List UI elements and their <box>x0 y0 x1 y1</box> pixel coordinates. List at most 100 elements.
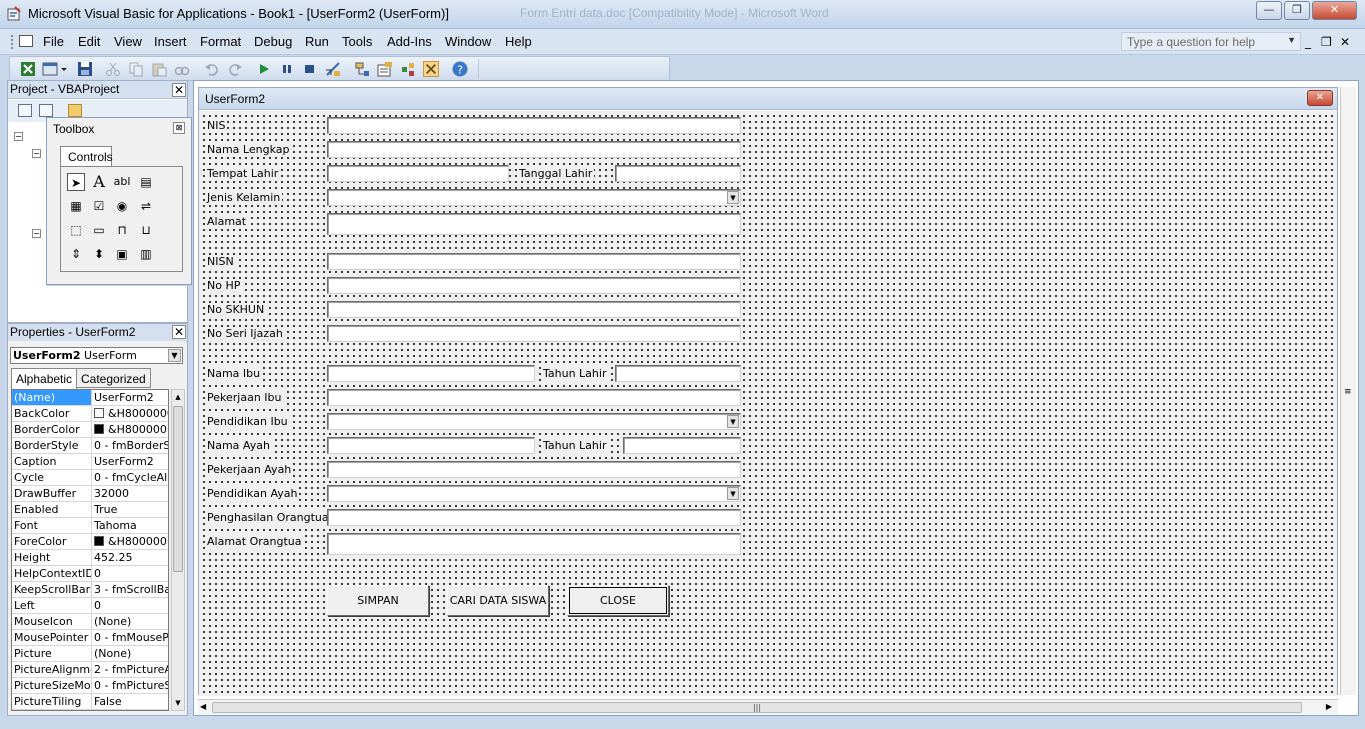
scrollbar-tool-icon[interactable]: ⇕ <box>67 245 85 263</box>
menu-debug[interactable]: Debug <box>254 34 292 49</box>
property-row[interactable]: MousePointer 0 - fmMousePo <box>12 630 168 646</box>
property-value[interactable]: &H800000: <box>94 535 168 548</box>
property-name[interactable]: MouseIcon <box>14 615 92 628</box>
label-nis[interactable]: NIS <box>205 119 228 133</box>
vscroll-grip-icon[interactable]: ≡ <box>1344 387 1352 397</box>
label-nama-ayah[interactable]: Nama Ayah <box>205 439 272 453</box>
toggle-folders-icon[interactable] <box>68 104 82 117</box>
menubar-grip[interactable] <box>11 35 14 49</box>
property-name[interactable]: BorderColor <box>14 423 92 436</box>
break-icon[interactable] <box>279 61 295 77</box>
property-row[interactable]: Font Tahoma <box>12 518 168 534</box>
tree-expander-root[interactable]: − <box>14 132 23 141</box>
redo-icon[interactable] <box>227 61 243 77</box>
hscroll-thumb[interactable]: ||| <box>212 702 1302 713</box>
refedit-tool-icon[interactable]: ▥ <box>137 245 155 263</box>
textbox-nisn[interactable] <box>327 253 741 270</box>
property-row[interactable]: Left 0 <box>12 598 168 614</box>
textbox-tahun-lahir-ayah[interactable] <box>623 437 741 454</box>
property-name[interactable]: (Name) <box>12 390 91 405</box>
textbox-alamat[interactable] <box>327 213 741 235</box>
property-row[interactable]: (Name) UserForm2 <box>12 390 168 406</box>
property-name[interactable]: PictureTiling <box>14 695 92 708</box>
property-value[interactable]: 2 - fmPictureAl <box>94 663 168 676</box>
textbox-nama-lengkap[interactable] <box>327 141 741 158</box>
menu-file[interactable]: File <box>43 34 64 49</box>
property-row[interactable]: Height 452.25 <box>12 550 168 566</box>
textbox-no-seri-ijazah[interactable] <box>327 325 741 342</box>
combobox-pendidikan-ayah[interactable]: ▼ <box>327 485 741 502</box>
tabstrip-tool-icon[interactable]: ⊓ <box>113 221 131 239</box>
chevron-down-icon[interactable]: ▼ <box>727 487 739 500</box>
menu-tools[interactable]: Tools <box>342 34 372 49</box>
save-icon[interactable] <box>77 61 93 77</box>
menu-view[interactable]: View <box>114 34 142 49</box>
property-value[interactable]: 32000 <box>94 487 168 500</box>
property-row[interactable]: BorderColor &H800000: <box>12 422 168 438</box>
close-button[interactable]: CLOSE <box>567 585 669 616</box>
frame-tool-icon[interactable]: ⬚ <box>67 221 85 239</box>
property-value[interactable]: 0 - fmBorderSt <box>94 439 168 452</box>
property-row[interactable]: DrawBuffer 32000 <box>12 486 168 502</box>
label-nisn[interactable]: NISN <box>205 255 236 269</box>
spinbutton-tool-icon[interactable]: ⬍ <box>90 245 108 263</box>
form-menu-icon[interactable] <box>19 35 33 47</box>
label-tanggal-lahir[interactable]: Tanggal Lahir <box>517 167 595 181</box>
scroll-thumb[interactable] <box>173 406 183 572</box>
help-icon[interactable]: ? <box>452 61 468 77</box>
property-name[interactable]: Height <box>14 551 92 564</box>
property-value[interactable]: Tahoma <box>94 519 168 532</box>
object-selector-dropdown-icon[interactable]: ▼ <box>168 349 181 362</box>
property-name[interactable]: PictureSizeMode <box>14 679 92 692</box>
find-icon[interactable] <box>174 61 190 77</box>
property-value[interactable]: (None) <box>94 615 168 628</box>
property-row[interactable]: Cycle 0 - fmCycleAllF <box>12 470 168 486</box>
listbox-tool-icon[interactable]: ▦ <box>67 197 85 215</box>
property-value[interactable]: &H8000000 <box>94 407 168 420</box>
cari-data-siswa-button[interactable]: CARI DATA SISWA <box>447 585 549 616</box>
textbox-nama-ibu[interactable] <box>327 365 535 382</box>
textbox-tempat-lahir[interactable] <box>327 165 509 182</box>
hscroll-left-arrow[interactable]: ◀ <box>200 702 206 711</box>
toolbar-overflow[interactable] <box>478 59 666 78</box>
combobox-pendidikan-ibu[interactable]: ▼ <box>327 413 741 430</box>
property-name[interactable]: PictureAlignmen <box>14 663 92 676</box>
textbox-no-hp[interactable] <box>327 277 741 294</box>
excel-view-icon[interactable] <box>20 61 36 77</box>
tab-categorized[interactable]: Categorized <box>76 368 151 388</box>
project-explorer-icon[interactable] <box>354 61 370 77</box>
scroll-up-arrow[interactable]: ▲ <box>172 390 184 404</box>
property-value[interactable]: 452.25 <box>94 551 168 564</box>
textbox-alamat-orangtua[interactable] <box>327 533 741 555</box>
label-penghasilan-orangtua[interactable]: Penghasilan Orangtua <box>205 511 331 525</box>
textbox-no-skhun[interactable] <box>327 301 741 318</box>
property-row[interactable]: HelpContextID 0 <box>12 566 168 582</box>
property-row[interactable]: Picture (None) <box>12 646 168 662</box>
run-icon[interactable] <box>256 61 272 77</box>
textbox-penghasilan-orangtua[interactable] <box>327 509 741 526</box>
project-close-icon[interactable]: ✕ <box>172 83 186 97</box>
property-value[interactable]: 0 - fmPictureSi <box>94 679 168 692</box>
property-name[interactable]: HelpContextID <box>14 567 92 580</box>
image-tool-icon[interactable]: ▣ <box>113 245 131 263</box>
property-row[interactable]: PictureTiling False <box>12 694 168 710</box>
label-tahun-lahir-ibu[interactable]: Tahun Lahir <box>541 367 609 381</box>
property-value[interactable]: 0 <box>94 599 168 612</box>
property-name[interactable]: BorderStyle <box>14 439 92 452</box>
design-vertical-scrollbar[interactable]: ≡ <box>1340 87 1356 695</box>
properties-window-icon[interactable] <box>377 61 393 77</box>
property-name[interactable]: BackColor <box>14 407 92 420</box>
property-row[interactable]: BackColor &H8000000 <box>12 406 168 422</box>
view-object-icon[interactable] <box>39 104 53 117</box>
property-name[interactable]: Font <box>14 519 92 532</box>
label-pendidikan-ayah[interactable]: Pendidikan Ayah <box>205 487 300 501</box>
label-tahun-lahir-ayah[interactable]: Tahun Lahir <box>541 439 609 453</box>
property-name[interactable]: Cycle <box>14 471 92 484</box>
property-value[interactable]: 0 - fmCycleAllF <box>94 471 168 484</box>
menu-window[interactable]: Window <box>445 34 491 49</box>
label-tool-icon[interactable]: A <box>90 173 108 191</box>
menu-edit[interactable]: Edit <box>78 34 100 49</box>
label-nama-lengkap[interactable]: Nama Lengkap <box>205 143 292 157</box>
textbox-tanggal-lahir[interactable] <box>615 165 741 182</box>
userform-close-icon[interactable]: ✕ <box>1307 90 1333 106</box>
